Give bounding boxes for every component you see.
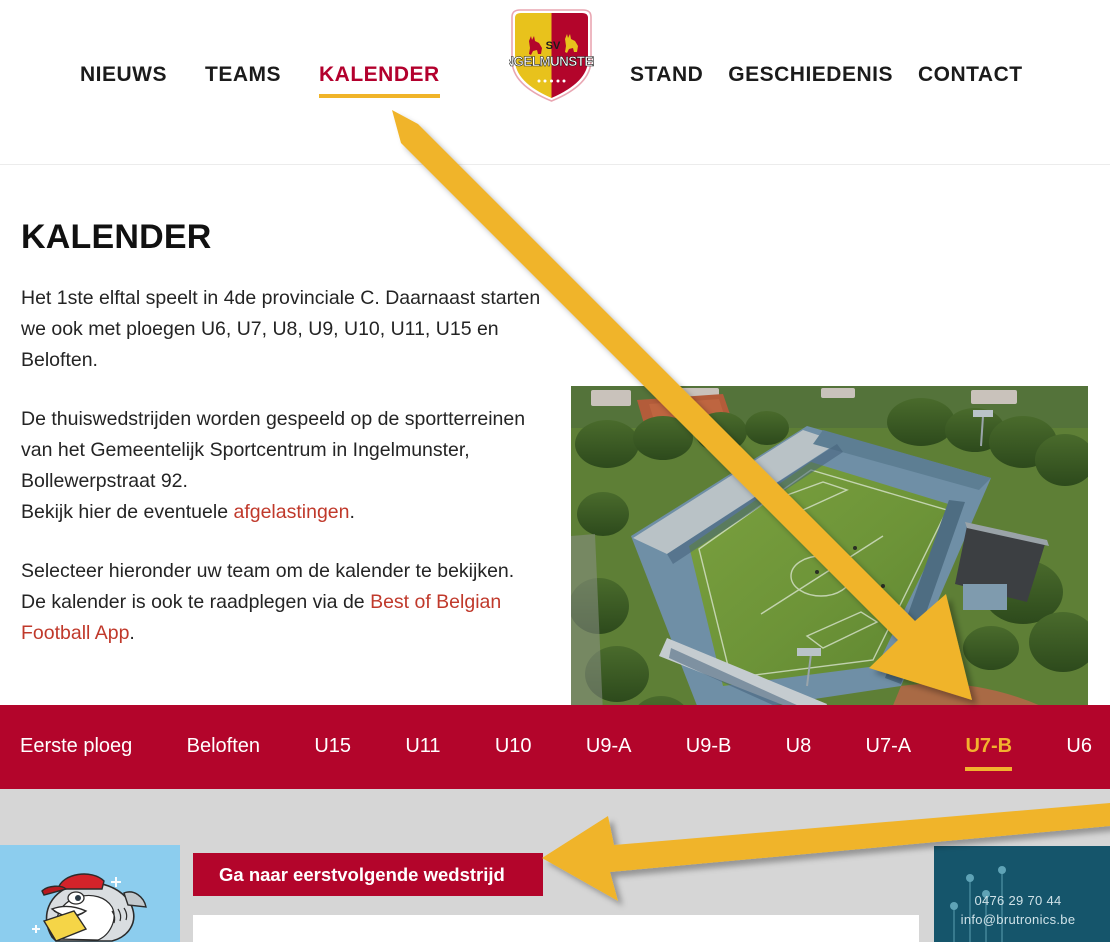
calendar-results-panel xyxy=(193,915,919,942)
main-nav-left: NIEUWS TEAMS KALENDER xyxy=(80,62,440,98)
venue-text: De thuiswedstrijden worden gespeeld op d… xyxy=(21,408,526,492)
team-tab-eerste-ploeg[interactable]: Eerste ploeg xyxy=(20,735,132,760)
stadium-aerial-photo xyxy=(571,386,1088,759)
nav-item-kalender[interactable]: KALENDER xyxy=(319,62,440,98)
shark-mascot-ad[interactable] xyxy=(0,845,180,942)
brutronics-email: info@brutronics.be xyxy=(960,912,1076,927)
nav-item-teams[interactable]: TEAMS xyxy=(205,62,281,88)
team-tab-u10[interactable]: U10 xyxy=(495,735,532,760)
intro-paragraph-3: Selecteer hieronder uw team om de kalend… xyxy=(21,556,541,649)
calendar-intro-text: KALENDER Het 1ste elftal speelt in 4de p… xyxy=(21,218,541,649)
team-tab-beloften[interactable]: Beloften xyxy=(187,735,260,760)
afgelastingen-prefix: Bekijk hier de eventuele xyxy=(21,501,234,523)
intro-paragraph-2: De thuiswedstrijden worden gespeeld op d… xyxy=(21,404,541,528)
main-nav-right: STAND GESCHIEDENIS CONTACT xyxy=(630,62,1023,88)
page-title: KALENDER xyxy=(21,218,212,256)
afgelastingen-suffix: . xyxy=(349,501,355,523)
team-tab-u8[interactable]: U8 xyxy=(786,735,812,760)
team-tab-u7-b[interactable]: U7-B xyxy=(965,735,1012,771)
intro-paragraph-1: Het 1ste elftal speelt in 4de provincial… xyxy=(21,287,541,371)
nav-item-stand[interactable]: STAND xyxy=(630,62,703,88)
team-tab-u9-b[interactable]: U9-B xyxy=(686,735,732,760)
nav-item-nieuws[interactable]: NIEUWS xyxy=(80,62,167,88)
main-content: KALENDER Het 1ste elftal speelt in 4de p… xyxy=(0,166,1110,759)
site-header: NIEUWS TEAMS KALENDER SV GELMUNSTE STAND… xyxy=(0,0,1110,165)
next-match-button[interactable]: Ga naar eerstvolgende wedstrijd xyxy=(193,853,543,896)
brutronics-phone: 0476 29 70 44 xyxy=(974,893,1062,908)
team-selector-bar: Eerste ploeg Beloften U15 U11 U10 U9-A U… xyxy=(0,705,1110,789)
brutronics-contact-info: 0476 29 70 44 info@brutronics.be xyxy=(934,891,1102,929)
nav-item-contact[interactable]: CONTACT xyxy=(918,62,1023,88)
team-tab-u9-a[interactable]: U9-A xyxy=(586,735,632,760)
team-tab-u6[interactable]: U6 xyxy=(1066,735,1092,760)
team-tab-u15[interactable]: U15 xyxy=(314,735,351,760)
svg-text:INGELMUNSTER: INGELMUNSTER xyxy=(509,54,594,69)
brutronics-ad[interactable]: 0476 29 70 44 info@brutronics.be xyxy=(934,846,1110,942)
page-root: NIEUWS TEAMS KALENDER SV GELMUNSTE STAND… xyxy=(0,0,1110,942)
team-tab-list: Eerste ploeg Beloften U15 U11 U10 U9-A U… xyxy=(20,705,1092,789)
sv-ingelmunster-shield-logo[interactable]: SV INGELMUNSTER xyxy=(509,8,594,103)
app-link-suffix: . xyxy=(129,622,135,644)
afgelastingen-link[interactable]: afgelastingen xyxy=(233,501,349,523)
svg-text:SV: SV xyxy=(546,40,561,52)
team-tab-u11[interactable]: U11 xyxy=(405,735,440,760)
team-tab-u7-a[interactable]: U7-A xyxy=(866,735,912,760)
nav-item-geschiedenis[interactable]: GESCHIEDENIS xyxy=(728,62,893,88)
